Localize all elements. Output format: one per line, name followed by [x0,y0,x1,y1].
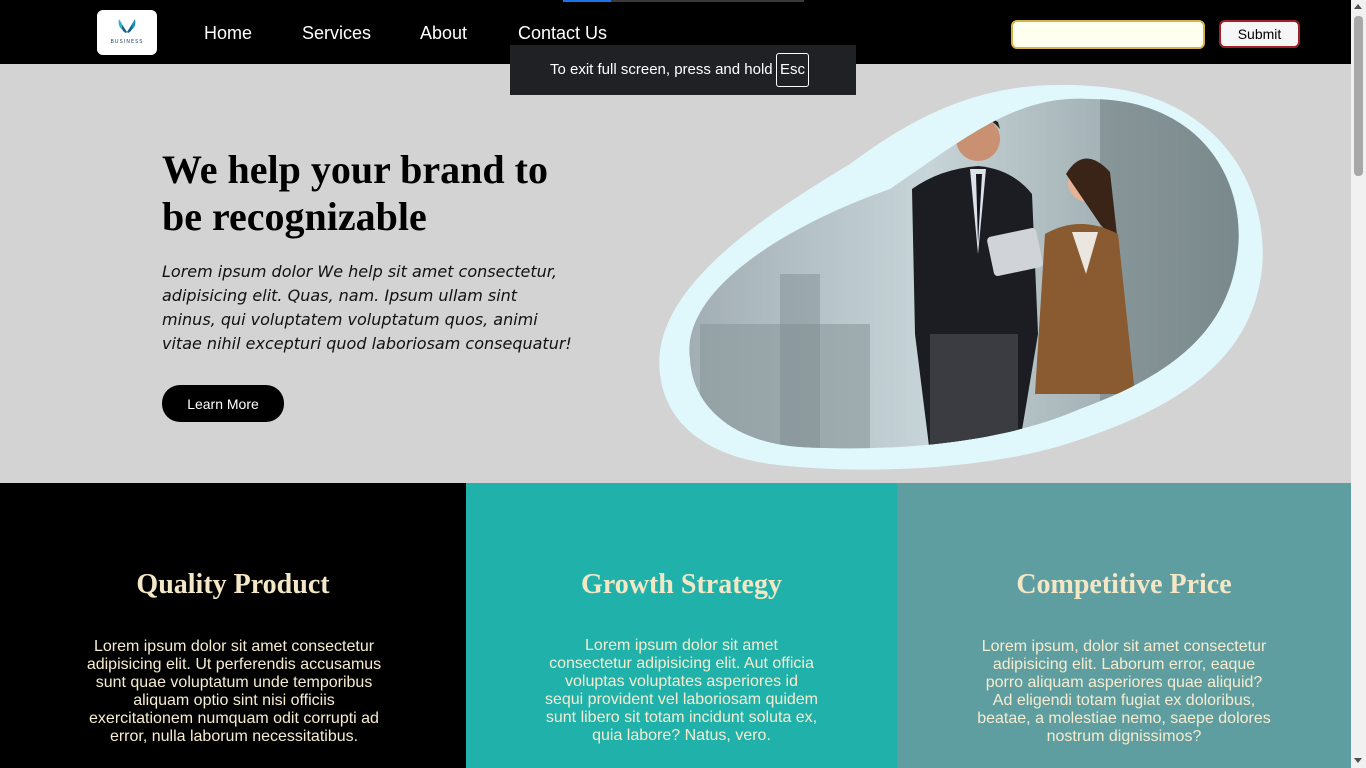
feature-text: Lorem ipsum dolor sit amet consectetur a… [544,637,819,744]
page-load-progress [563,0,804,2]
nav-home-link[interactable]: Home [204,22,252,44]
feature-title: Quality Product [136,569,330,600]
hero-title: We help your brand to be recognizable [162,147,548,239]
feature-title: Growth Strategy [581,569,782,600]
hero-image [659,84,1263,470]
esc-key-badge: Esc [776,53,809,87]
submit-button[interactable]: Submit [1219,20,1300,48]
hero-description: Lorem ipsum dolor We help sit amet conse… [162,262,572,353]
scroll-up-arrow-icon[interactable] [1354,4,1362,9]
scroll-down-arrow-icon[interactable] [1354,758,1362,763]
feature-text: Lorem ipsum, dolor sit amet consectetur … [977,638,1271,745]
logo[interactable]: BUSINESS [97,10,157,55]
nav-about-link[interactable]: About [420,22,467,44]
fullscreen-exit-notice: To exit full screen, press and hold Esc [510,45,856,95]
feature-text: Lorem ipsum dolor sit amet consectetur a… [86,638,382,745]
fullscreen-notice-message: To exit full screen, press and hold [550,61,773,78]
page-scrollbar[interactable] [1351,0,1366,768]
feature-quality-product: Quality Product Lorem ipsum dolor sit am… [0,483,466,768]
feature-title: Competitive Price [1016,569,1232,600]
feature-competitive-price: Competitive Price Lorem ipsum, dolor sit… [897,483,1351,768]
learn-more-button[interactable]: Learn More [162,385,284,422]
nav-services-link[interactable]: Services [302,22,371,44]
scrollbar-thumb[interactable] [1354,16,1363,176]
butterfly-logo-icon [118,19,136,33]
nav-contact-link[interactable]: Contact Us [518,22,607,44]
progress-fill [563,0,611,2]
logo-wordmark: BUSINESS [110,39,144,45]
search-input[interactable] [1011,20,1205,49]
feature-growth-strategy: Growth Strategy Lorem ipsum dolor sit am… [466,483,897,768]
hero-section: We help your brand to be recognizable Lo… [0,64,1351,483]
